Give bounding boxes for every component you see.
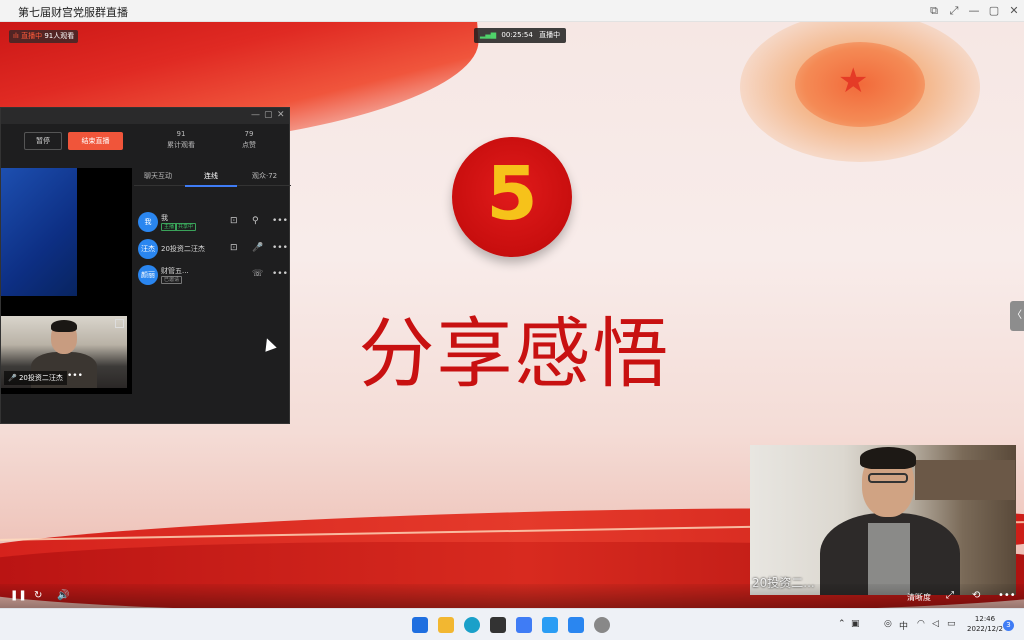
taskbar: ⌃ ▣ ◎ 中 ◠ ◁ ▭ 12:46 2022/12/2 3	[0, 608, 1024, 640]
live-status-badge: ılı 直播中 91人观看	[9, 30, 79, 43]
tray-app-icon[interactable]: ◎	[884, 619, 892, 629]
window-titlebar: 第七届财宫党服群直播 ⧉ ⤢ — ▢ ✕	[0, 0, 1024, 22]
dingtalk-icon[interactable]	[568, 617, 584, 633]
app-icon[interactable]	[490, 617, 506, 633]
avatar: 汪杰	[138, 239, 158, 259]
live-indicator-icon: ılı	[13, 32, 19, 40]
chevron-up-icon[interactable]: ⌃	[838, 619, 846, 629]
tab-connect[interactable]: 连线	[204, 171, 218, 181]
pin-icon[interactable]: ⧉	[926, 3, 942, 19]
avatar: 我	[138, 212, 158, 232]
screen-preview: 🎤 20投资二汪杰 •••	[1, 168, 132, 394]
camera-icon[interactable]: ⊡	[230, 243, 238, 253]
panel-maximize-icon[interactable]: ▢	[264, 110, 273, 120]
guest-camera-preview[interactable]: 🎤 20投资二汪杰 •••	[1, 316, 127, 388]
rotate-icon[interactable]: ⟲	[972, 589, 980, 603]
mic-muted-icon[interactable]: ⚲	[252, 216, 259, 226]
panel-tabs: 聊天互动 连线 观众·72	[134, 168, 291, 186]
start-icon[interactable]	[412, 617, 428, 633]
more-icon[interactable]: •••	[272, 269, 288, 279]
signal-icon: ▂▄▆	[480, 31, 497, 39]
member-name: 20投资二汪杰	[161, 245, 205, 253]
live-stage: ★ 5 分享感悟 ılı 直播中 91人观看 ▂▄▆ 00:25:54 直播中 …	[0, 22, 1024, 608]
close-button[interactable]: ✕	[1006, 3, 1022, 19]
pause-icon[interactable]: ❚❚	[10, 589, 27, 603]
volume-icon[interactable]: ◁	[932, 619, 939, 629]
live-state: 直播中	[539, 31, 561, 39]
tray-app-icon[interactable]: ▣	[851, 619, 860, 629]
fullscreen-icon[interactable]: ⤢	[946, 3, 962, 19]
sharing-badge: 共享中	[175, 223, 197, 231]
slide-number: 5	[486, 151, 538, 237]
tab-active-indicator	[185, 185, 237, 187]
slide-number-badge: 5	[452, 137, 572, 257]
tab-audience[interactable]: 观众·72	[252, 171, 277, 181]
more-icon[interactable]: •••	[998, 589, 1016, 603]
stat-likes: 79 点赞	[242, 130, 256, 149]
shared-screen-preview	[1, 168, 77, 296]
fullscreen-icon[interactable]: ⤢	[946, 589, 954, 603]
more-icon[interactable]: •••	[67, 371, 83, 385]
member-row: 我 我 主播 共享中 ⊡ ⚲ •••	[138, 212, 288, 234]
app-icon[interactable]	[594, 617, 610, 633]
invited-badge: 已邀请	[161, 276, 183, 284]
battery-icon[interactable]: ▭	[947, 619, 956, 629]
refresh-icon[interactable]: ↻	[34, 589, 42, 603]
ime-indicator[interactable]: 中	[899, 619, 908, 632]
end-live-button[interactable]: 结束直播	[68, 132, 123, 150]
viewer-count: 91人观看	[44, 32, 75, 40]
camera-icon[interactable]: ⊡	[230, 216, 238, 226]
emblem-decoration: ★	[700, 22, 1020, 172]
stat-total-views: 91 累计观看	[167, 130, 195, 149]
expand-icon[interactable]	[115, 319, 124, 328]
clock[interactable]: 12:46 2022/12/2	[965, 614, 1005, 634]
edge-icon[interactable]	[464, 617, 480, 633]
volume-icon[interactable]: 🔊	[57, 589, 69, 603]
guest-webcam-pip[interactable]: 20投资二...	[750, 445, 1016, 595]
pause-button[interactable]: 暂停	[24, 132, 62, 150]
live-control-panel: — ▢ ✕ 暂停 结束直播 91 累计观看 79 点赞 🎤 20投资二汪杰 ••…	[0, 107, 291, 424]
guest-camera-caption: 🎤 20投资二汪杰	[4, 371, 67, 385]
mic-icon[interactable]: 🎤	[252, 243, 263, 253]
star-icon: ★	[838, 61, 869, 101]
member-name: 财管五...	[161, 267, 189, 275]
member-row: 颜丽 财管五... 已邀请 ☏ •••	[138, 265, 288, 287]
player-controls: ❚❚ ↻ 🔊 清晰度 ⤢ ⟲ •••	[0, 584, 1024, 608]
live-timer-badge: ▂▄▆ 00:25:54 直播中	[474, 28, 567, 43]
phone-icon[interactable]: ☏	[252, 269, 263, 279]
panel-actionbar: 暂停 结束直播 91 累计观看 79 点赞	[1, 124, 289, 156]
quality-button[interactable]: 清晰度	[907, 591, 931, 605]
notification-badge[interactable]: 3	[1003, 620, 1014, 631]
tab-chat[interactable]: 聊天互动	[144, 171, 172, 181]
avatar: 颜丽	[138, 265, 158, 285]
member-row: 汪杰 20投资二汪杰 ⊡ 🎤 •••	[138, 239, 288, 261]
slide-heading: 分享感悟	[358, 309, 671, 398]
live-duration: 00:25:54	[501, 31, 533, 39]
member-name: 我	[161, 214, 168, 222]
maximize-button[interactable]: ▢	[986, 3, 1002, 19]
panel-minimize-icon[interactable]: —	[251, 110, 260, 120]
store-icon[interactable]	[516, 617, 532, 633]
side-collapse-tab[interactable]: 〈	[1010, 301, 1024, 331]
window-title: 第七届财宫党服群直播	[18, 6, 128, 19]
panel-titlebar: — ▢ ✕	[1, 108, 289, 124]
file-explorer-icon[interactable]	[438, 617, 454, 633]
panel-close-icon[interactable]: ✕	[277, 110, 285, 120]
minimize-button[interactable]: —	[966, 3, 982, 19]
more-icon[interactable]: •••	[272, 216, 288, 226]
wifi-icon[interactable]: ◠	[917, 619, 925, 629]
more-icon[interactable]: •••	[272, 243, 288, 253]
meeting-app-icon[interactable]	[542, 617, 558, 633]
